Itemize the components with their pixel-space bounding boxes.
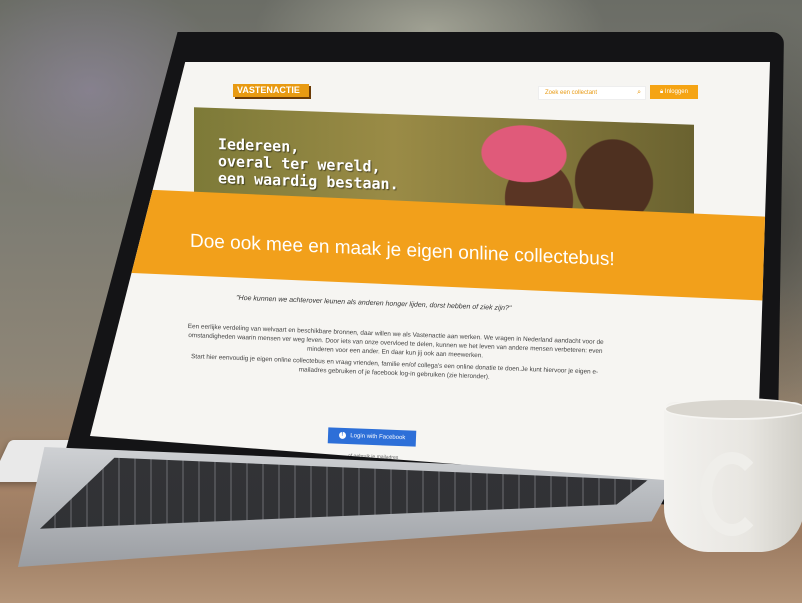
hero-line-3: een waardig bestaan.: [218, 169, 399, 194]
facebook-icon: f: [338, 431, 346, 439]
search-icon[interactable]: ⌕: [637, 87, 641, 99]
facebook-login-label: Login with Facebook: [350, 433, 406, 442]
site-logo[interactable]: VASTENACTIE: [233, 84, 309, 97]
login-label: Inloggen: [664, 89, 688, 95]
hero-tagline: Iedereen, overal ter wereld, een waardig…: [218, 135, 399, 194]
facebook-login-button[interactable]: f Login with Facebook: [327, 427, 417, 447]
quote-text: "Hoe kunnen we achterover leunen als and…: [235, 294, 512, 313]
mug-rim: [664, 398, 802, 420]
search-placeholder: Zoek een collectant: [545, 90, 598, 96]
login-button[interactable]: 🔒︎ Inloggen: [650, 85, 698, 99]
lock-icon: 🔒︎: [660, 89, 664, 95]
search-input[interactable]: Zoek een collectant ⌕: [538, 86, 646, 100]
body-text: Een eerlijke verdeling van welvaart en b…: [179, 322, 611, 386]
mug-handle: [700, 452, 764, 536]
